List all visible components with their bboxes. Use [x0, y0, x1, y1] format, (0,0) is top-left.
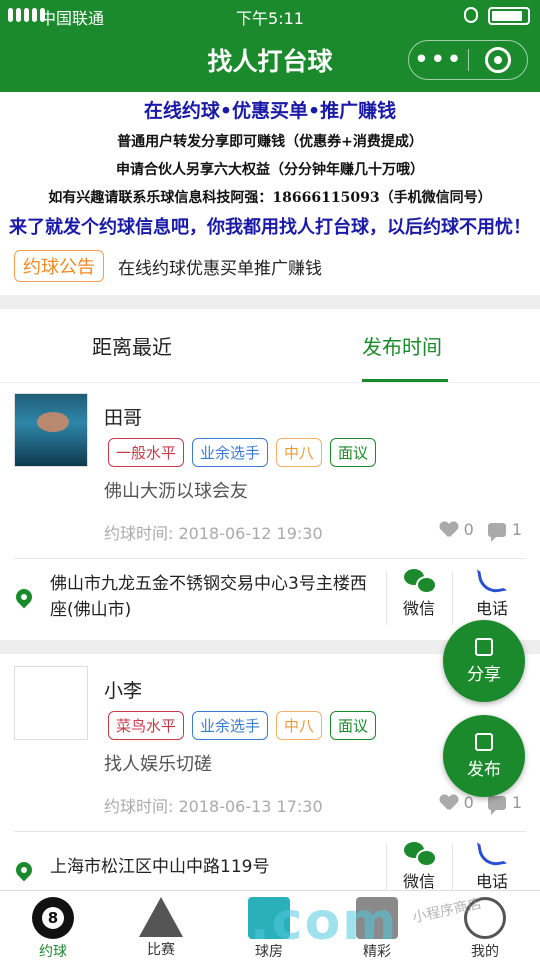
- announcement-text: 在线约球优惠买单推广赚钱: [118, 258, 322, 279]
- section-divider: [0, 295, 540, 309]
- active-tab-indicator: [362, 379, 448, 382]
- post-description: 佛山大沥以球会友: [104, 481, 248, 502]
- call-button[interactable]: 电话: [462, 564, 522, 619]
- like-count: 0: [463, 793, 474, 812]
- game-type-tag: 中八: [276, 438, 323, 467]
- match-time: 约球时间: 2018-06-12 19:30: [104, 524, 323, 543]
- like-icon[interactable]: [440, 795, 458, 811]
- miniprogram-capsule: •••: [408, 40, 528, 80]
- announcement-bar[interactable]: 约球公告 在线约球优惠买单推广赚钱: [14, 250, 322, 282]
- comment-count: 1: [511, 520, 522, 539]
- location-pin-icon: [12, 858, 36, 882]
- watermark-text: .com: [250, 892, 399, 952]
- phone-icon: [476, 837, 508, 869]
- wechat-icon: [404, 567, 437, 594]
- skill-tags: 一般水平 业余选手 中八 面议: [108, 438, 377, 467]
- clock: 下午5:11: [236, 9, 304, 28]
- game-type-tag: 中八: [276, 711, 323, 740]
- comment-icon[interactable]: [487, 795, 506, 815]
- call-button[interactable]: 电话: [462, 837, 522, 892]
- price-tag: 面议: [330, 711, 377, 740]
- tab-latest[interactable]: 发布时间: [362, 331, 442, 360]
- banner-line-3: 申请合伙人另享六大权益（分分钟年赚几十万哦）: [116, 162, 424, 178]
- banner-line-5: 来了就发个约球信息吧，你我都用找人打台球，以后约球不用忧！: [9, 217, 531, 238]
- like-icon[interactable]: [440, 522, 458, 538]
- sort-tabs: 距离最近 发布时间: [0, 309, 540, 383]
- avatar[interactable]: [14, 393, 88, 467]
- player-type-tag: 业余选手: [192, 711, 269, 740]
- share-button[interactable]: 分享: [443, 620, 525, 702]
- skill-tags: 菜鸟水平 业余选手 中八 面议: [108, 711, 377, 740]
- banner-line-4: 如有兴趣请联系乐球信息科技阿强：18666115093（手机微信同号）: [48, 190, 492, 206]
- player-type-tag: 业余选手: [192, 438, 269, 467]
- battery-icon: [488, 7, 530, 25]
- post-stats: 0 1: [440, 520, 522, 542]
- level-tag: 菜鸟水平: [108, 711, 185, 740]
- publish-button[interactable]: 发布: [443, 715, 525, 797]
- promo-banner: 在线约球•优惠买单•推广赚钱 普通用户转发分享即可赚钱（优惠券+消费提成） 申请…: [0, 92, 540, 239]
- phone-label: 电话: [475, 599, 508, 618]
- share-label: 分享: [467, 665, 501, 685]
- phone-label: 电话: [475, 872, 508, 891]
- poster-name: 田哥: [104, 407, 143, 429]
- eight-ball-icon: 8: [32, 897, 74, 939]
- comment-count: 1: [511, 793, 522, 812]
- like-count: 0: [463, 520, 474, 539]
- price-tag: 面议: [330, 438, 377, 467]
- poster-name: 小李: [104, 680, 143, 702]
- post-card[interactable]: 田哥 一般水平 业余选手 中八 面议 佛山大沥以球会友 约球时间: 2018-0…: [0, 383, 540, 641]
- tab-nearest[interactable]: 距离最近: [92, 331, 172, 360]
- close-miniprogram-button[interactable]: [468, 47, 527, 73]
- tab-bisai[interactable]: 比赛: [121, 897, 201, 959]
- tab-label: 约球: [39, 944, 67, 960]
- banner-line-2: 普通用户转发分享即可赚钱（优惠券+消费提成）: [117, 134, 423, 150]
- wechat-icon: [404, 840, 437, 867]
- wechat-button[interactable]: 微信: [389, 567, 449, 619]
- triangle-rack-icon: [139, 897, 183, 937]
- share-icon: [475, 638, 493, 656]
- wechat-button[interactable]: 微信: [389, 840, 449, 892]
- tab-label: 比赛: [147, 942, 175, 958]
- wechat-label: 微信: [402, 872, 435, 891]
- divider: [452, 571, 453, 625]
- match-time: 约球时间: 2018-06-13 17:30: [104, 797, 323, 816]
- announcement-tag: 约球公告: [14, 250, 104, 282]
- tab-yueqiu[interactable]: 8 约球: [13, 897, 93, 961]
- level-tag: 一般水平: [108, 438, 185, 467]
- rotation-lock-icon: [464, 7, 478, 23]
- divider: [386, 571, 387, 625]
- target-icon: [484, 47, 511, 73]
- phone-icon: [476, 564, 508, 596]
- edit-icon: [475, 733, 493, 751]
- comment-icon[interactable]: [487, 522, 506, 542]
- banner-line-1: 在线约球•优惠买单•推广赚钱: [143, 100, 397, 122]
- wechat-label: 微信: [402, 599, 435, 618]
- status-bar: 中国联通 下午5:11: [0, 0, 540, 30]
- publish-label: 发布: [467, 760, 501, 780]
- more-menu-icon[interactable]: •••: [409, 47, 468, 73]
- address-text[interactable]: 佛山市九龙五金不锈钢交易中心3号主楼西座(佛山市): [50, 571, 370, 623]
- tab-label: 我的: [471, 944, 499, 960]
- address-text[interactable]: 上海市松江区中山中路119号: [50, 854, 370, 880]
- post-description: 找人娱乐切磋: [104, 754, 212, 775]
- nav-bar: 找人打台球 •••: [0, 30, 540, 92]
- location-pin-icon: [12, 585, 36, 609]
- avatar[interactable]: [14, 666, 88, 740]
